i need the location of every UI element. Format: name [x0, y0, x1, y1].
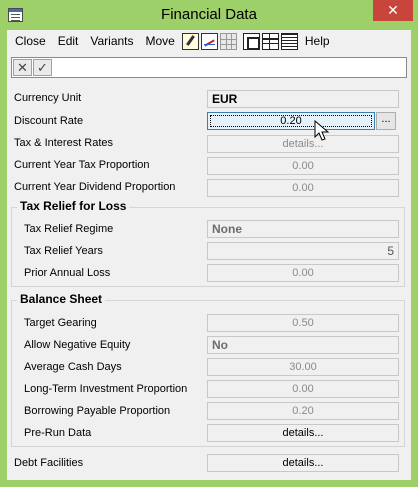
discount-rate-label: Discount Rate	[14, 115, 84, 127]
grid-icon	[219, 32, 237, 50]
menu-variants[interactable]: Variants	[84, 30, 139, 52]
debt-facilities-label: Debt Facilities	[14, 457, 84, 469]
discount-rate-field[interactable]: 0.20	[207, 112, 375, 130]
menu-move[interactable]: Move	[140, 30, 181, 52]
menu-bar: Close Edit Variants Move Help	[7, 30, 411, 52]
currency-unit-field[interactable]: EUR	[207, 90, 399, 108]
table-icon[interactable]	[261, 32, 279, 50]
formula-input[interactable]	[55, 59, 405, 76]
menu-close[interactable]: Close	[7, 30, 52, 52]
allow-negative-equity-label: Allow Negative Equity	[24, 339, 131, 351]
formula-bar: ✕ ✓	[11, 57, 407, 78]
tax-relief-regime-label: Tax Relief Regime	[24, 223, 114, 235]
discount-rate-more-button[interactable]: ...	[376, 112, 396, 130]
document-icon[interactable]	[242, 32, 260, 50]
lt-investment-proportion-field[interactable]: 0.00	[207, 380, 399, 398]
title-bar[interactable]: Financial Data ✕	[0, 0, 418, 30]
prior-annual-loss-label: Prior Annual Loss	[24, 267, 111, 279]
target-gearing-field[interactable]: 0.50	[207, 314, 399, 332]
menu-help[interactable]: Help	[299, 30, 336, 52]
average-cash-days-field[interactable]: 30.00	[207, 358, 399, 376]
tax-relief-years-field[interactable]: 5	[207, 242, 399, 260]
average-cash-days-label: Average Cash Days	[24, 361, 122, 373]
menu-edit[interactable]: Edit	[52, 30, 85, 52]
mouse-cursor-icon	[314, 120, 330, 141]
cy-tax-proportion-label: Current Year Tax Proportion	[14, 159, 150, 171]
tax-relief-years-label: Tax Relief Years	[24, 245, 103, 257]
pre-run-data-details-button[interactable]: details...	[207, 424, 399, 442]
currency-unit-label: Currency Unit	[14, 92, 82, 104]
list-icon[interactable]	[280, 32, 298, 50]
tax-interest-rates-label: Tax & Interest Rates	[14, 137, 114, 149]
tax-interest-rates-details-button[interactable]: details...	[207, 135, 399, 153]
allow-negative-equity-field[interactable]: No	[207, 336, 399, 354]
tax-relief-regime-field[interactable]: None	[207, 220, 399, 238]
tax-relief-group-title: Tax Relief for Loss	[17, 199, 130, 213]
lt-investment-proportion-label: Long-Term Investment Proportion	[24, 383, 188, 395]
edit-icon[interactable]	[181, 32, 199, 50]
pre-run-data-label: Pre-Run Data	[24, 427, 92, 439]
prior-annual-loss-field[interactable]: 0.00	[207, 264, 399, 282]
chart-icon[interactable]	[200, 32, 218, 50]
cy-dividend-proportion-label: Current Year Dividend Proportion	[14, 181, 176, 193]
cancel-icon[interactable]: ✕	[13, 59, 32, 76]
balance-sheet-group-title: Balance Sheet	[17, 292, 106, 306]
client-area: Close Edit Variants Move Help ✕ ✓ Curren…	[7, 30, 411, 480]
borrowing-payable-proportion-label: Borrowing Payable Proportion	[24, 405, 171, 417]
cy-dividend-proportion-field[interactable]: 0.00	[207, 179, 399, 197]
target-gearing-label: Target Gearing	[24, 317, 97, 329]
window-frame: Financial Data ✕ Close Edit Variants Mov…	[0, 0, 418, 487]
borrowing-payable-proportion-field[interactable]: 0.20	[207, 402, 399, 420]
debt-facilities-details-button[interactable]: details...	[207, 454, 399, 472]
window-title: Financial Data	[161, 6, 257, 23]
checkmark-icon[interactable]: ✓	[33, 59, 52, 76]
close-window-button[interactable]: ✕	[373, 0, 413, 21]
cy-tax-proportion-field[interactable]: 0.00	[207, 157, 399, 175]
